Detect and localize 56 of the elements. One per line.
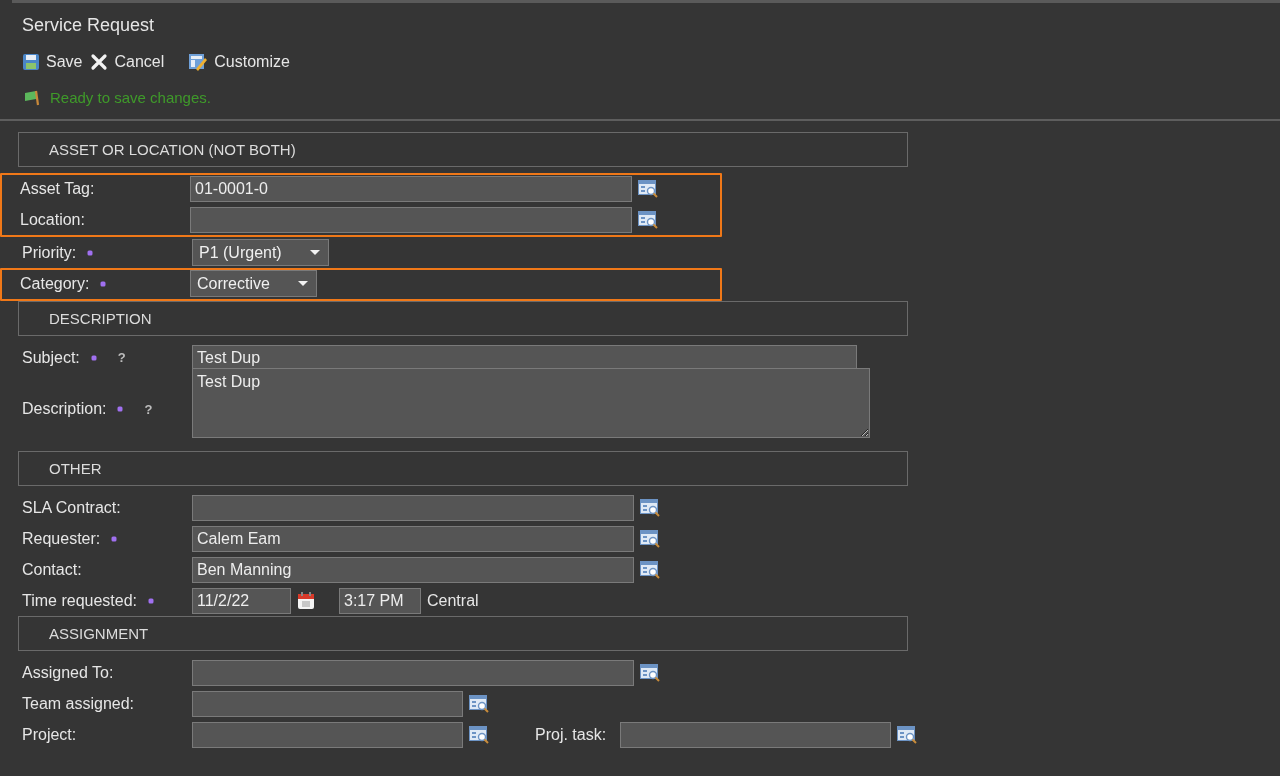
lookup-icon[interactable] xyxy=(897,725,918,744)
section-header: DESCRIPTION xyxy=(18,301,908,336)
lookup-field[interactable]: 01-0001-0 xyxy=(190,175,632,202)
lookup-field[interactable] xyxy=(192,494,634,521)
field-label: Team assigned: xyxy=(22,694,135,713)
time-field[interactable]: 3:17 PM xyxy=(339,587,421,614)
calendar-icon[interactable] xyxy=(297,591,315,610)
lookup-icon[interactable] xyxy=(640,663,660,682)
section-header: OTHER xyxy=(18,451,908,486)
lookup-icon[interactable] xyxy=(638,210,658,229)
lookup-icon[interactable] xyxy=(469,725,489,744)
text-field[interactable]: Test Dup xyxy=(192,344,857,371)
field-label: Time requested: xyxy=(22,591,137,610)
pencil-form-icon xyxy=(188,52,209,72)
status-message: Ready to save changes. xyxy=(50,88,211,106)
dropdown[interactable]: Corrective xyxy=(190,270,317,297)
field-label: SLA Contract: xyxy=(22,498,121,517)
date-field[interactable]: 11/2/22 xyxy=(192,587,291,614)
field-label: Priority: xyxy=(22,243,77,262)
lookup-field[interactable] xyxy=(192,721,463,748)
caret-icon xyxy=(309,250,320,255)
customize-button[interactable]: Customize xyxy=(188,52,290,72)
caret-icon xyxy=(297,281,308,286)
lookup-field[interactable] xyxy=(190,206,632,233)
lookup-icon[interactable] xyxy=(640,529,660,548)
lookup-icon[interactable] xyxy=(640,498,660,517)
lookup-icon[interactable] xyxy=(469,694,489,713)
lookup-field[interactable] xyxy=(192,659,634,686)
section-header: ASSET OR LOCATION (NOT BOTH) xyxy=(18,132,908,167)
lookup-icon[interactable] xyxy=(638,179,658,198)
text-area[interactable]: Test Dup xyxy=(192,368,870,438)
field-label: Proj. task: xyxy=(535,725,607,744)
close-icon xyxy=(90,53,109,71)
lookup-icon[interactable] xyxy=(640,560,660,579)
field-label: Project: xyxy=(22,725,77,744)
flag-icon xyxy=(22,88,40,106)
lookup-field[interactable]: Ben Manning xyxy=(192,556,634,583)
field-label: Assigned To: xyxy=(22,663,114,682)
field-label: Description: xyxy=(22,400,107,418)
lookup-field[interactable]: Calem Eam xyxy=(192,525,634,552)
page-title: Service Request xyxy=(22,14,155,37)
cancel-button[interactable]: Cancel xyxy=(90,53,165,71)
help-mark[interactable]: ? xyxy=(144,401,153,417)
save-button[interactable]: Save xyxy=(22,53,83,71)
field-label: Location: xyxy=(20,210,85,229)
field-label: Subject: xyxy=(22,348,80,367)
section-header: ASSIGNMENT xyxy=(18,616,908,651)
time-zone: Central xyxy=(427,591,479,610)
lookup-field[interactable] xyxy=(192,690,463,717)
field-label: Requester: xyxy=(22,529,101,548)
dropdown[interactable]: P1 (Urgent) xyxy=(192,239,329,266)
field-label: Asset Tag: xyxy=(20,179,95,198)
field-label: Contact: xyxy=(22,560,82,579)
field-label: Category: xyxy=(20,274,90,293)
lookup-field[interactable] xyxy=(620,721,892,748)
help-mark[interactable]: ? xyxy=(117,350,126,365)
